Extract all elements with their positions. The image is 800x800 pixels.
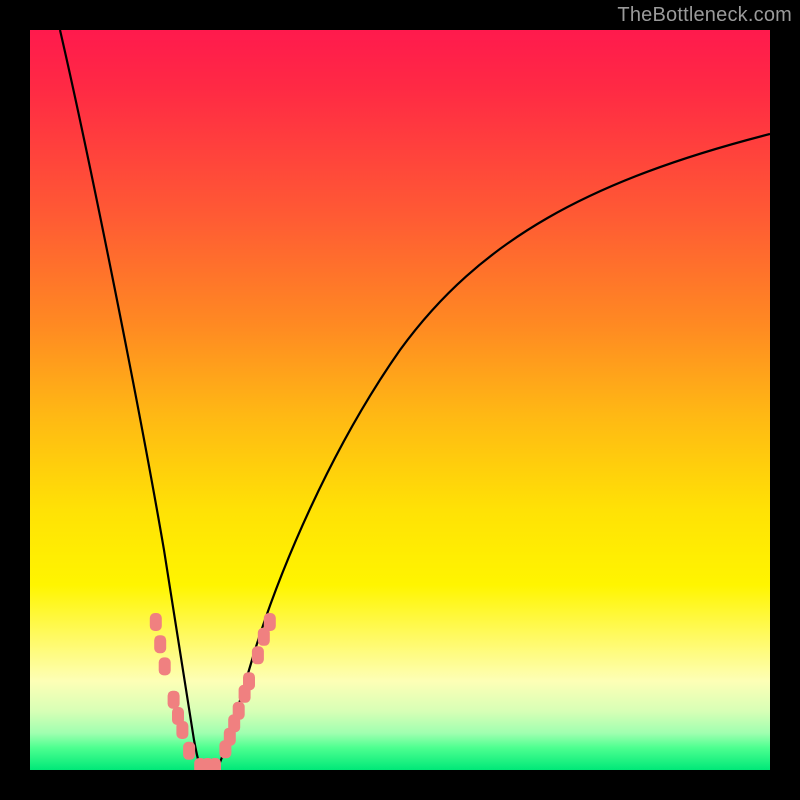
left-branch-highlight-marker [159, 657, 171, 675]
chart-svg [30, 30, 770, 770]
marker-group [150, 613, 276, 770]
floor-highlight-marker [209, 758, 221, 770]
left-branch-highlight-marker [176, 721, 188, 739]
left-branch-highlight-marker [183, 742, 195, 760]
right-branch-highlight-marker [252, 646, 264, 664]
right-branch-highlight-marker [264, 613, 276, 631]
watermark-text: TheBottleneck.com [617, 4, 792, 27]
left-branch-highlight-marker [168, 691, 180, 709]
left-branch-highlight-marker [154, 635, 166, 653]
curve-group [60, 30, 770, 768]
plot-area [30, 30, 770, 770]
left-branch-highlight-marker [150, 613, 162, 631]
right-branch-highlight-marker [243, 672, 255, 690]
right-branch-curve [218, 134, 770, 767]
left-branch-curve [60, 30, 201, 767]
right-branch-highlight-marker [233, 702, 245, 720]
chart-frame: TheBottleneck.com [0, 0, 800, 800]
